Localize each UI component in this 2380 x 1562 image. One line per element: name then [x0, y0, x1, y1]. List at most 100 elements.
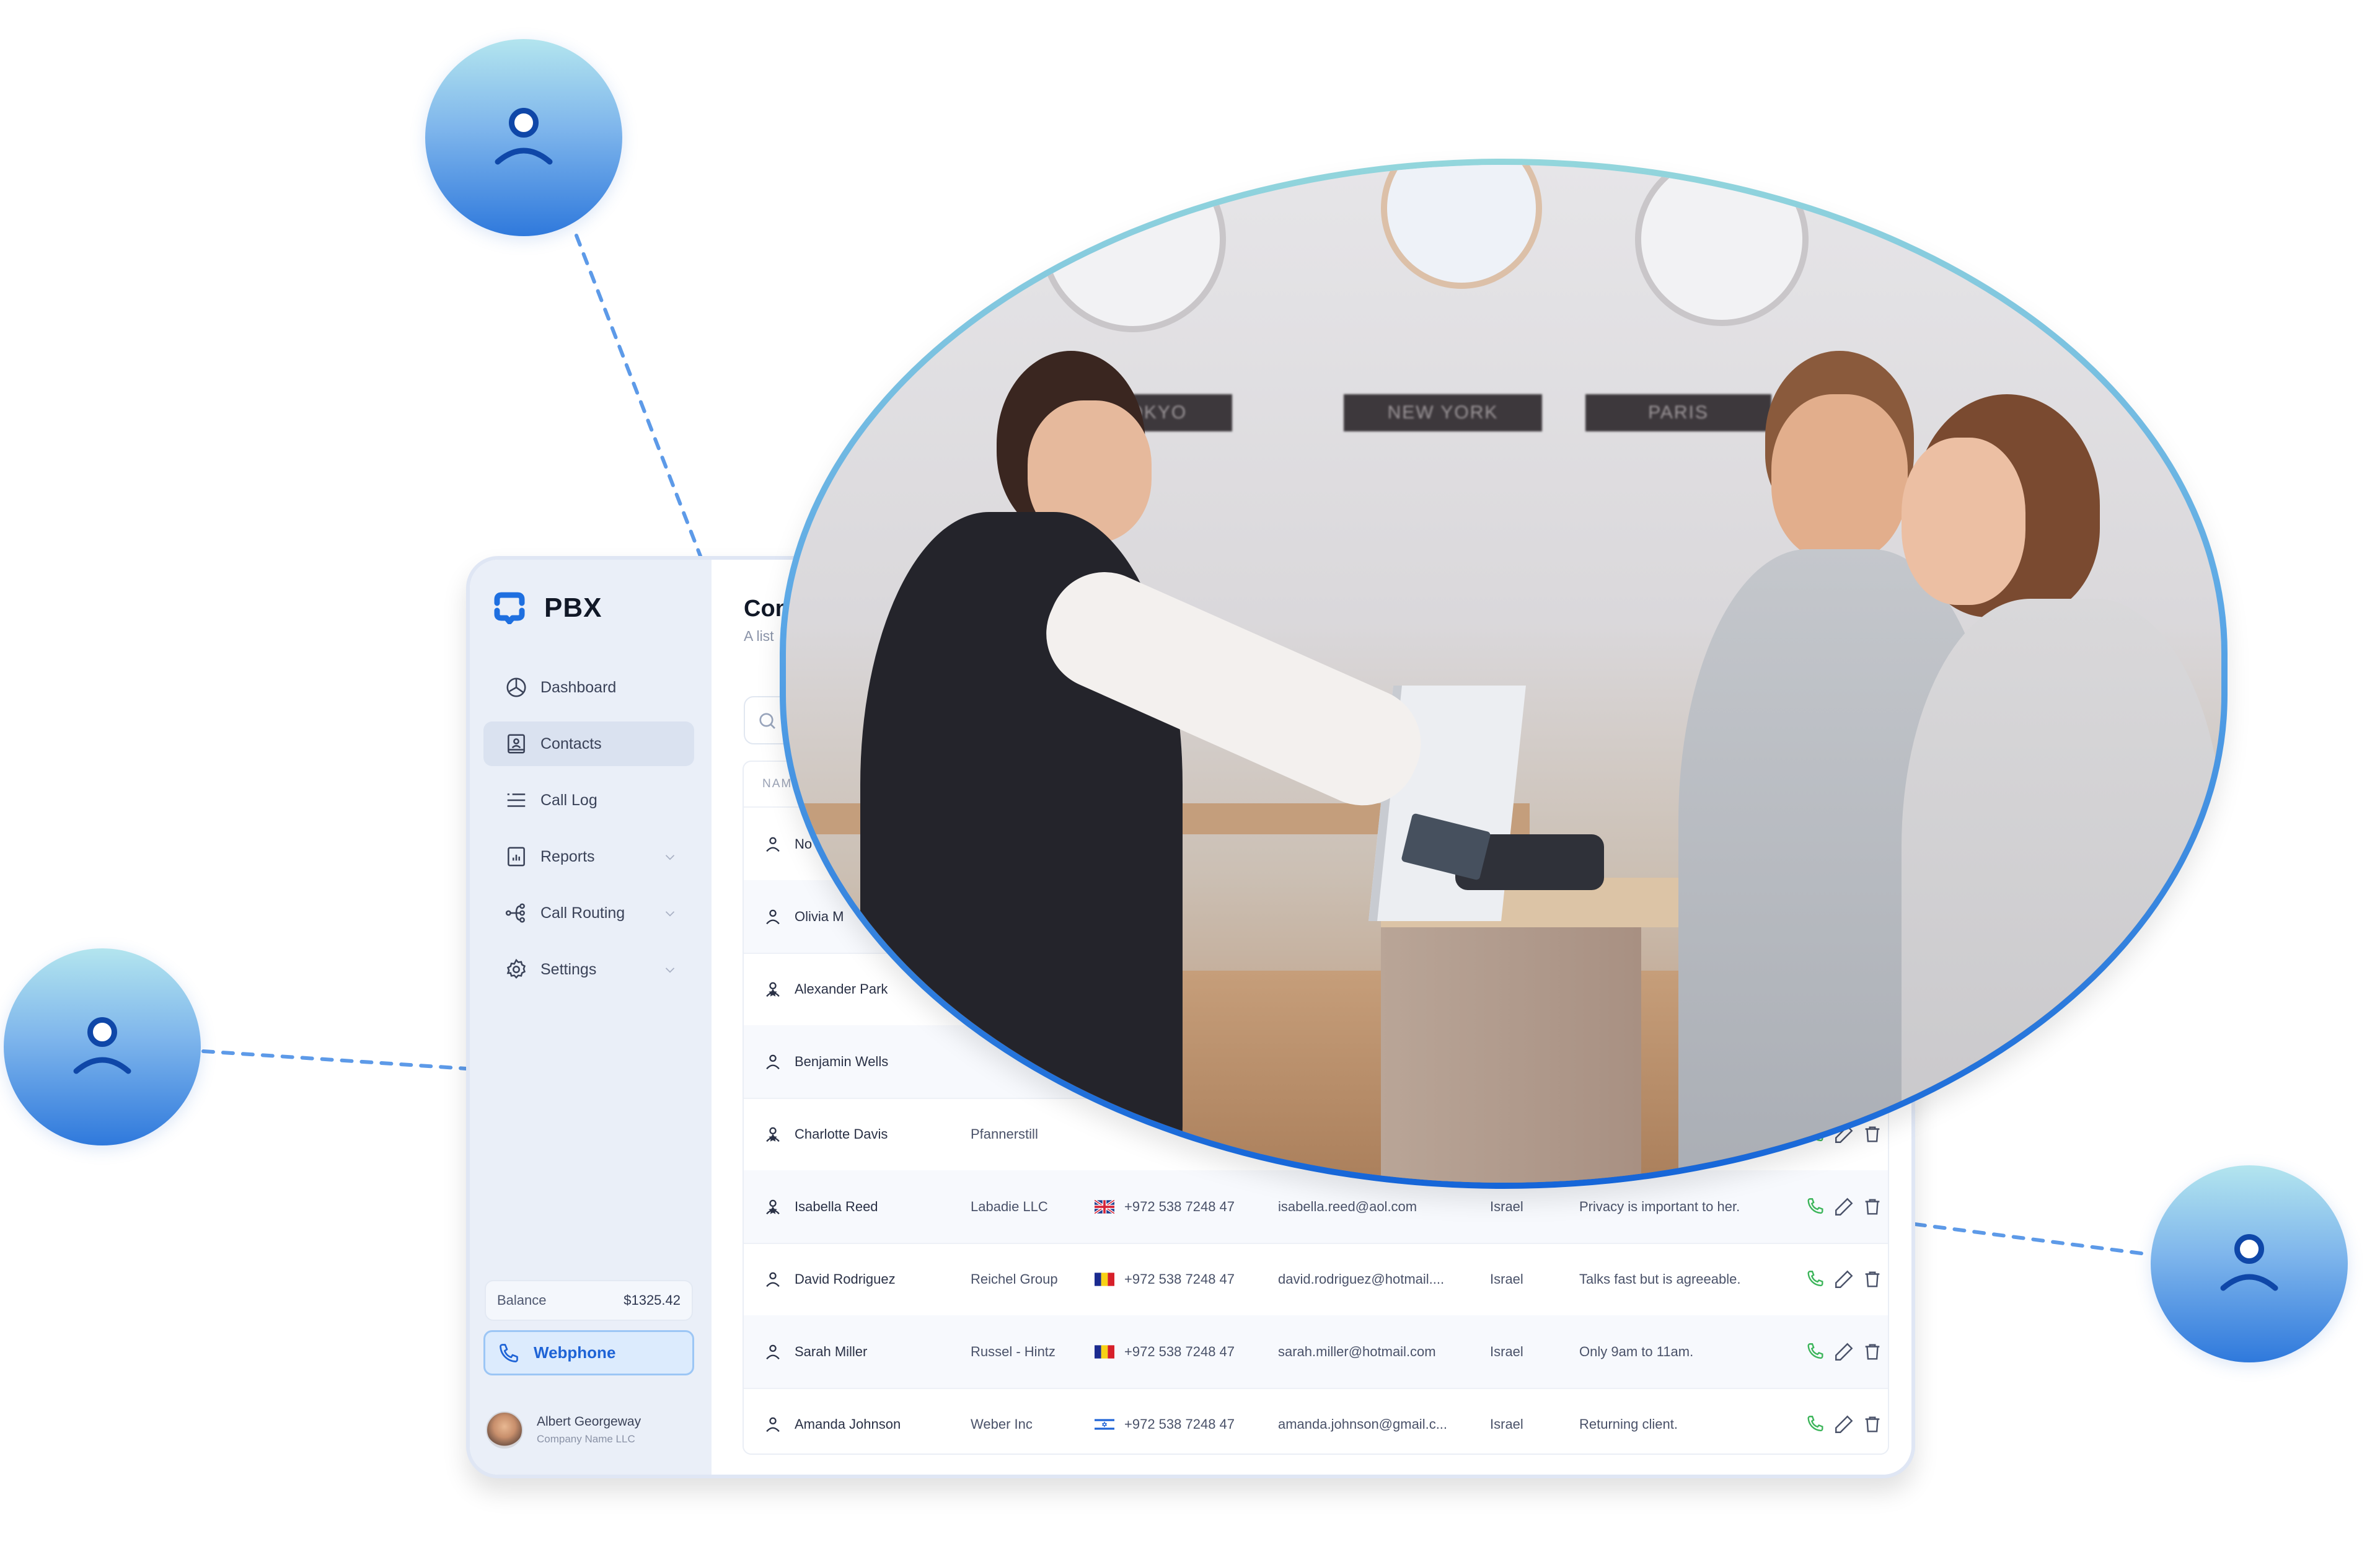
wall-clock: [1635, 165, 1809, 326]
list-icon: [507, 793, 526, 807]
pie-chart-icon: [506, 677, 526, 697]
contact-name-cell: Sarah Miller: [762, 1341, 867, 1362]
contact-name: No: [795, 836, 813, 852]
wall-clock: [1381, 165, 1542, 289]
user-profile[interactable]: Albert Georgeway Company Name LLC: [486, 1411, 641, 1449]
contact-company: Labadie LLC: [971, 1198, 1048, 1214]
row-actions: [1805, 1269, 1888, 1290]
contact-country: Israel: [1490, 1416, 1523, 1432]
edit-icon[interactable]: [1833, 1414, 1854, 1435]
webphone-button[interactable]: Webphone: [483, 1330, 694, 1375]
contact-phone-cell: +972 538 7248 47: [1095, 1271, 1235, 1287]
woman-shirt: [1902, 599, 2221, 1183]
contact-note: Only 9am to 11am.: [1579, 1343, 1694, 1359]
sidebar-item-dashboard[interactable]: Dashboard: [483, 665, 694, 710]
delete-icon[interactable]: [1862, 1269, 1883, 1290]
sidebar: PBX Dashboard Contacts Call Log Reports: [470, 560, 712, 1475]
contact-country: Israel: [1490, 1271, 1523, 1287]
row-actions: [1805, 1341, 1888, 1362]
contact-book-icon: [508, 734, 525, 754]
brand-logo[interactable]: PBX: [492, 592, 602, 624]
user-icon: [766, 909, 780, 924]
page-subtitle: A list: [744, 628, 774, 644]
sidebar-item-label: Settings: [540, 960, 597, 978]
wall-label: PARIS: [1585, 394, 1771, 431]
flag-romania-icon: [1095, 1272, 1114, 1286]
contact-name: Amanda Johnson: [795, 1416, 901, 1432]
call-icon[interactable]: [1805, 1269, 1826, 1290]
contact-email: david.rodriguez@hotmail....: [1278, 1271, 1445, 1287]
delete-icon[interactable]: [1862, 1414, 1883, 1435]
contact-phone: +972 538 7248 47: [1124, 1343, 1235, 1359]
delete-icon[interactable]: [1862, 1196, 1883, 1217]
phone-icon: [500, 1343, 518, 1362]
table-row[interactable]: Amanda Johnson Weber Inc +972 538 7248 47 a…: [744, 1388, 1888, 1454]
contact-name-cell: No: [762, 834, 812, 855]
delete-icon[interactable]: [1862, 1341, 1883, 1362]
connector-left: [201, 1049, 468, 1070]
counter-front: [1381, 927, 1641, 1183]
contact-email: amanda.johnson@gmail.c...: [1278, 1416, 1448, 1432]
hero-photo-frame: TOKYO NEW YORK PARIS: [780, 159, 2228, 1189]
contact-name-cell: Olivia M: [762, 906, 844, 927]
contact-phone: +972 538 7248 47: [1124, 1271, 1235, 1287]
row-actions: [1805, 1196, 1888, 1217]
table-row[interactable]: Sarah Miller Russel - Hintz +972 538 7248 …: [744, 1315, 1888, 1389]
contact-note: Privacy is important to her.: [1579, 1198, 1740, 1214]
contact-note: Talks fast but is agreeable.: [1579, 1271, 1741, 1287]
wall-clock: [1040, 165, 1226, 332]
contact-phone-cell: +972 538 7248 47: [1095, 1199, 1235, 1215]
sidebar-item-reports[interactable]: Reports: [483, 834, 694, 879]
contact-country: Israel: [1490, 1198, 1523, 1214]
pbx-logo-icon: [494, 592, 525, 624]
contact-company: Russel - Hintz: [971, 1343, 1056, 1359]
floating-contact-top: [425, 39, 622, 236]
user-star-icon: [766, 982, 780, 997]
contact-name: Isabella Reed: [795, 1198, 878, 1214]
chevron-down-icon[interactable]: [662, 849, 678, 865]
chevron-down-icon[interactable]: [662, 906, 678, 922]
user-name: Albert Georgeway: [537, 1414, 641, 1429]
row-actions: [1805, 1414, 1888, 1435]
contact-name: Sarah Miller: [795, 1343, 868, 1359]
flag-romania-icon: [1095, 1344, 1114, 1359]
call-icon[interactable]: [1805, 1196, 1826, 1217]
contact-company: Weber Inc: [971, 1416, 1033, 1432]
sidebar-item-settings[interactable]: Settings: [483, 947, 694, 992]
sidebar-item-label: Reports: [540, 847, 595, 865]
user-icon: [766, 1417, 780, 1432]
hero-photo: TOKYO NEW YORK PARIS: [786, 165, 2221, 1183]
user-icon: [766, 1272, 780, 1287]
sidebar-item-label: Contacts: [540, 735, 602, 752]
edit-icon[interactable]: [1833, 1269, 1854, 1290]
edit-icon[interactable]: [1833, 1341, 1854, 1362]
chevron-down-icon[interactable]: [662, 962, 678, 978]
contact-company: Reichel Group: [971, 1271, 1058, 1287]
brand-name: PBX: [544, 593, 602, 623]
call-icon[interactable]: [1805, 1414, 1826, 1435]
user-star-icon: [766, 1199, 780, 1214]
contact-note: Returning client.: [1579, 1416, 1678, 1432]
user-icon: [2220, 1234, 2278, 1291]
contact-phone: +972 538 7248 47: [1124, 1198, 1235, 1214]
contact-email: sarah.miller@hotmail.com: [1278, 1343, 1436, 1359]
contact-phone-cell: +972 538 7248 47: [1095, 1416, 1235, 1432]
routing-icon: [505, 903, 525, 923]
edit-icon[interactable]: [1833, 1196, 1854, 1217]
sidebar-item-call-routing[interactable]: Call Routing: [483, 891, 694, 935]
contact-name-cell: Isabella Reed: [762, 1196, 878, 1217]
call-icon[interactable]: [1805, 1341, 1826, 1362]
search-icon: [759, 713, 775, 729]
sidebar-item-call-log[interactable]: Call Log: [483, 778, 694, 823]
user-icon: [495, 108, 553, 165]
contact-phone: +972 538 7248 47: [1124, 1416, 1235, 1432]
user-star-icon: [766, 1127, 780, 1142]
sidebar-item-contacts[interactable]: Contacts: [483, 721, 694, 766]
user-icon: [766, 1054, 780, 1069]
connector-top: [575, 234, 702, 558]
user-icon: [766, 837, 780, 852]
column-header-name[interactable]: NAM: [762, 777, 792, 791]
sidebar-item-label: Call Routing: [540, 904, 625, 922]
table-row[interactable]: David Rodriguez Reichel Group +972 538 724…: [744, 1243, 1888, 1317]
floating-contact-right: [2151, 1165, 2348, 1362]
